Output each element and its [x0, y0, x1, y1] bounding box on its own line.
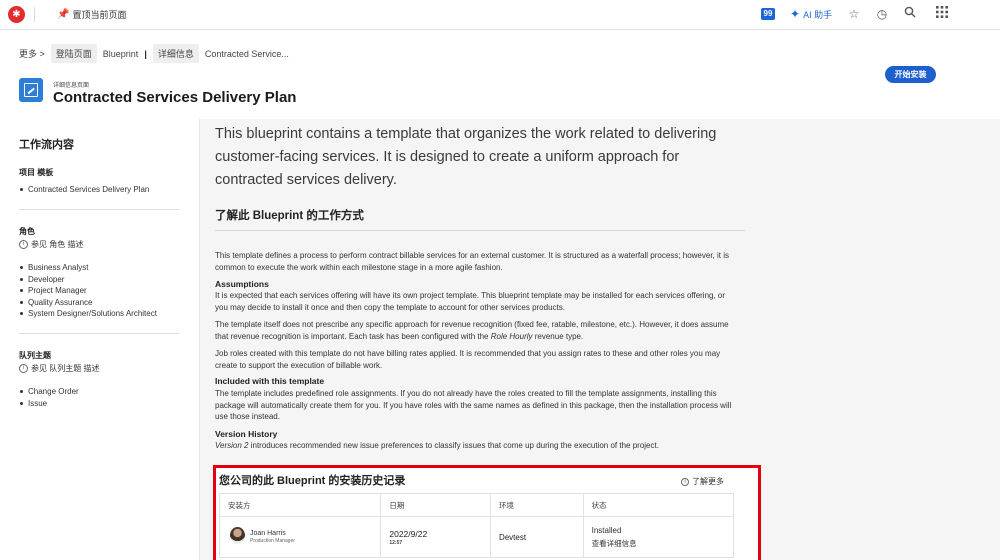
column-header-environment: 环境 [491, 494, 584, 516]
learn-more-link[interactable]: i 了解更多 [681, 476, 724, 487]
notification-count-badge[interactable]: 99 [761, 8, 775, 20]
pin-page-label: 置顶当前页面 [72, 10, 127, 20]
ai-assistant-button[interactable]: ✦ AI 助手 [790, 7, 832, 21]
breadcrumb-login-page[interactable]: 登陆页面 [50, 44, 97, 63]
version-heading: Version History [215, 429, 278, 439]
table-row: Joan Harris Production Manager 2022/9/22… [220, 517, 733, 557]
blueprint-intro: This blueprint contains a template that … [215, 126, 717, 188]
revenue-text: The template itself does not prescribe a… [215, 320, 729, 341]
sidebar-role-item: Project Manager [20, 286, 87, 295]
info-icon: i [681, 477, 689, 486]
assumptions-paragraph: It is expected that each services offeri… [215, 291, 726, 312]
sidebar-role-item: Business Analyst [19, 263, 89, 272]
version-text: introduces recommended new issue prefere… [248, 441, 659, 450]
app-logo-icon[interactable]: ✱ [8, 6, 25, 23]
sidebar-team-item: Issue [19, 398, 48, 408]
section-title: 了解此 Blueprint 的工作方式 [215, 210, 364, 222]
install-history-title: 您公司的此 Blueprint 的安装历史记录 [219, 475, 406, 487]
status-value: Installed [591, 525, 622, 535]
install-time: 12:57 [389, 539, 403, 546]
sidebar-teams-info-label: 参见 队列主题 描述 [31, 364, 100, 373]
breadcrumb-details[interactable]: 详细信息 [152, 44, 199, 63]
sidebar-roles-info[interactable]: i 参见 角色 描述 [19, 239, 83, 250]
installer-role: Production Manager [250, 538, 296, 544]
info-icon: i [19, 364, 28, 373]
install-history-table: 安装方 日期 环境 状态 Joan Harris Production Mana… [219, 493, 734, 558]
assumptions-heading: Assumptions [215, 279, 269, 289]
included-heading: Included with this template [215, 376, 325, 386]
column-header-status: 状态 [591, 500, 607, 510]
start-install-button[interactable]: 开始安装 [885, 66, 936, 83]
billing-paragraph: Job roles created with this template do … [215, 349, 721, 370]
sidebar-roles-info-label: 参见 角色 描述 [31, 240, 84, 249]
description-paragraph: This template defines a process to perfo… [215, 251, 729, 272]
sidebar-role-item: Developer [19, 274, 65, 284]
sidebar-role-item: System Designer/Solutions Architect [20, 309, 157, 318]
sidebar-role-item: Quality Assurance [19, 297, 93, 307]
breadcrumb-blueprint[interactable]: Blueprint [103, 49, 139, 59]
avatar [230, 527, 245, 544]
status-cell: Installed 查看详细信息 [584, 517, 733, 557]
environment-value: Devtest [498, 532, 527, 542]
breadcrumb: 更多 > 登陆页面 Blueprint | 详细信息 Contracted Se… [19, 44, 289, 63]
date-cell: 2022/9/22 12:57 [381, 517, 491, 557]
divider [34, 7, 35, 22]
installer-cell: Joan Harris Production Manager [220, 517, 382, 557]
view-details-link[interactable]: 查看详细信息 [592, 538, 733, 549]
sidebar-project-item: Contracted Services Delivery Plan [19, 185, 150, 194]
included-paragraph: The template includes predefined role as… [215, 389, 732, 421]
sidebar-divider [19, 333, 179, 334]
section-divider [215, 230, 745, 231]
pin-page-button[interactable]: 📌 置顶当前页面 [57, 8, 126, 21]
version-label: Version 2 [215, 441, 249, 450]
sidebar-teams-info[interactable]: i 参见 队列主题 描述 [19, 363, 99, 374]
breadcrumb-more[interactable]: 更多 > [19, 47, 45, 60]
history-icon[interactable]: ◷ [874, 6, 890, 22]
sidebar-team-item: Change Order [20, 387, 79, 396]
sidebar-roles-heading: 角色 [19, 227, 35, 236]
blueprint-icon [19, 78, 43, 102]
revenue-type-text: revenue type. [532, 331, 584, 341]
page-title: Contracted Services Delivery Plan [53, 89, 297, 106]
breadcrumb-current: Contracted Service... [204, 48, 289, 59]
install-date: 2022/9/22 [389, 528, 428, 539]
star-icon[interactable]: ☆ [846, 6, 862, 22]
environment-cell: Devtest [491, 517, 584, 557]
info-icon: i [19, 240, 28, 249]
sidebar-teams-heading: 队列主题 [19, 351, 51, 360]
pin-icon: 📌 [57, 9, 70, 20]
page-subtitle: 详细信息页面 [53, 83, 90, 89]
install-history-card: 您公司的此 Blueprint 的安装历史记录 i 了解更多 安装方 日期 环境… [213, 465, 761, 560]
column-header-installer: 安装方 [220, 494, 382, 516]
learn-more-label: 了解更多 [692, 477, 724, 486]
table-header-row: 安装方 日期 环境 状态 [220, 494, 733, 517]
sidebar-projects-heading: 项目 模板 [19, 168, 54, 177]
breadcrumb-separator: | [144, 48, 147, 59]
role-hourly-text: Role Hourly [490, 331, 533, 341]
column-header-date: 日期 [381, 494, 491, 516]
sidebar-divider [19, 209, 179, 210]
magic-wand-icon: ✦ [790, 7, 801, 21]
ai-assistant-label: AI 助手 [803, 9, 833, 20]
search-icon[interactable] [902, 6, 918, 22]
installer-name: Joan Harris [250, 530, 286, 537]
apps-grid-icon[interactable] [934, 6, 950, 22]
revenue-paragraph: The template itself does not prescribe a… [215, 319, 737, 342]
top-bar: ✱ 📌 置顶当前页面 99 ✦ AI 助手 ☆ ◷ [0, 0, 1000, 30]
sidebar-title: 工作流内容 [19, 139, 74, 151]
version-paragraph: Version 2 introduces recommended new iss… [215, 440, 737, 452]
